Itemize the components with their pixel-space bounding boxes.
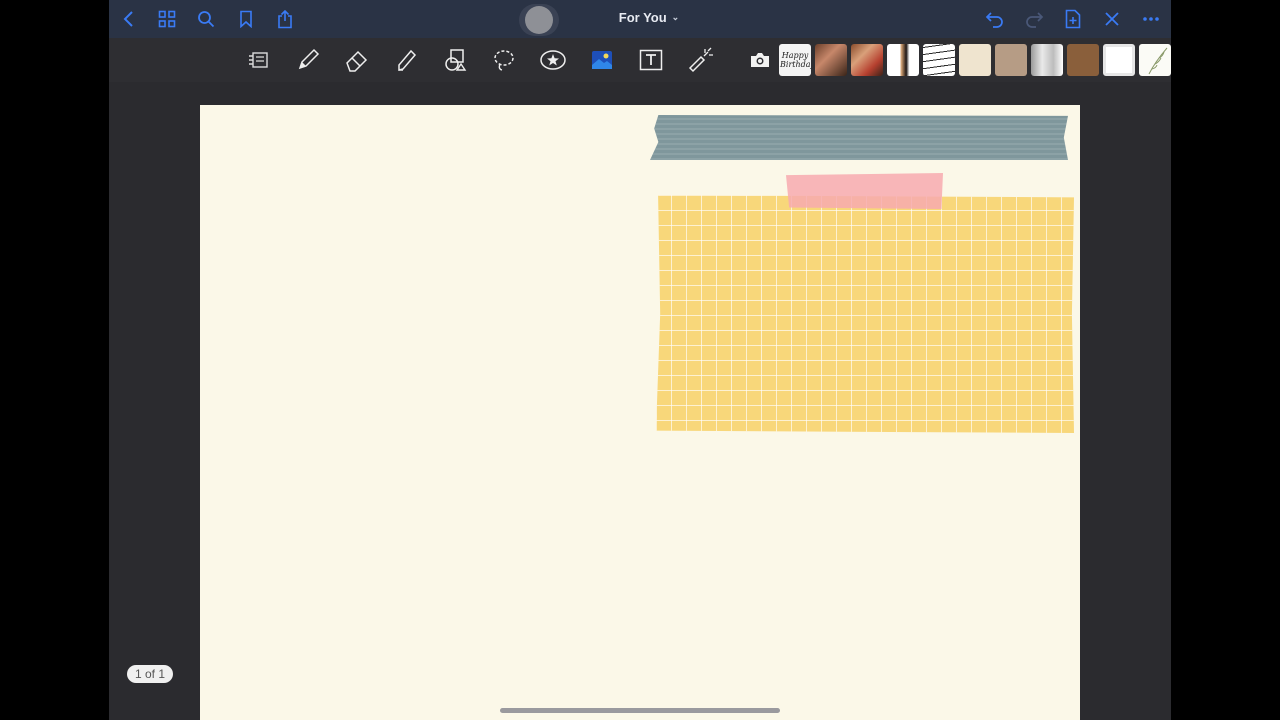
bookmark-icon[interactable] — [236, 9, 256, 29]
text-icon[interactable] — [636, 45, 666, 75]
add-page-icon[interactable] — [1063, 8, 1083, 30]
sticker-paper-brown[interactable] — [995, 44, 1027, 76]
sticker-botanical[interactable] — [1139, 44, 1171, 76]
shapes-icon[interactable] — [440, 45, 470, 75]
sticker-happy-birthday-text: Happy Birthday — [780, 51, 811, 69]
highlighter-icon[interactable] — [391, 45, 421, 75]
close-icon[interactable] — [1102, 9, 1122, 29]
back-icon[interactable] — [119, 9, 139, 29]
drag-handle-dot — [525, 6, 553, 34]
image-icon[interactable] — [587, 45, 617, 75]
pink-washi-tape[interactable] — [786, 173, 943, 209]
drag-handle[interactable] — [519, 4, 559, 36]
sticker-torn-paper[interactable] — [1031, 44, 1063, 76]
pen-icon[interactable] — [293, 45, 323, 75]
camera-icon[interactable] — [745, 45, 775, 75]
page-indicator[interactable]: 1 of 1 — [127, 665, 174, 683]
redo-icon[interactable] — [1024, 9, 1044, 29]
sticker-photo-portrait[interactable] — [887, 44, 919, 76]
chevron-down-icon: ⌄ — [671, 12, 680, 22]
page-layout-icon[interactable] — [243, 45, 273, 75]
undo-icon[interactable] — [985, 9, 1005, 29]
sticker-kraft-paper[interactable] — [1067, 44, 1099, 76]
lasso-icon[interactable] — [489, 45, 519, 75]
leaf-sprig-icon — [1148, 47, 1168, 75]
sticker-photo-friends-1[interactable] — [815, 44, 847, 76]
search-icon[interactable] — [196, 9, 216, 29]
sticker-paper-beige[interactable] — [959, 44, 991, 76]
laser-pointer-icon[interactable] — [685, 45, 715, 75]
document-title[interactable]: For You ⌄ — [589, 10, 709, 25]
newspaper-texture — [650, 115, 1068, 160]
top-navigation-bar: For You ⌄ — [109, 0, 1171, 38]
grid-paper-sticker[interactable] — [656, 195, 1074, 433]
sticker-wavy-lines[interactable] — [923, 44, 955, 76]
eraser-icon[interactable] — [342, 45, 372, 75]
stickers-strip: Happy Birthday — [779, 44, 1171, 76]
document-title-label: For You — [618, 10, 667, 25]
thumbnails-grid-icon[interactable] — [157, 9, 177, 29]
elements-icon[interactable] — [538, 45, 568, 75]
app-screen: For You ⌄ Happy Birthda 1 of 1 — [109, 0, 1171, 720]
sticker-white-frame[interactable] — [1103, 44, 1135, 76]
sticker-happy-birthday[interactable]: Happy Birthday — [779, 44, 811, 76]
home-indicator[interactable] — [500, 708, 780, 713]
newspaper-washi-tape[interactable] — [650, 115, 1068, 160]
share-icon[interactable] — [275, 9, 295, 29]
sticker-photo-friends-2[interactable] — [851, 44, 883, 76]
notebook-page[interactable] — [200, 105, 1080, 720]
more-icon[interactable] — [1141, 9, 1161, 29]
